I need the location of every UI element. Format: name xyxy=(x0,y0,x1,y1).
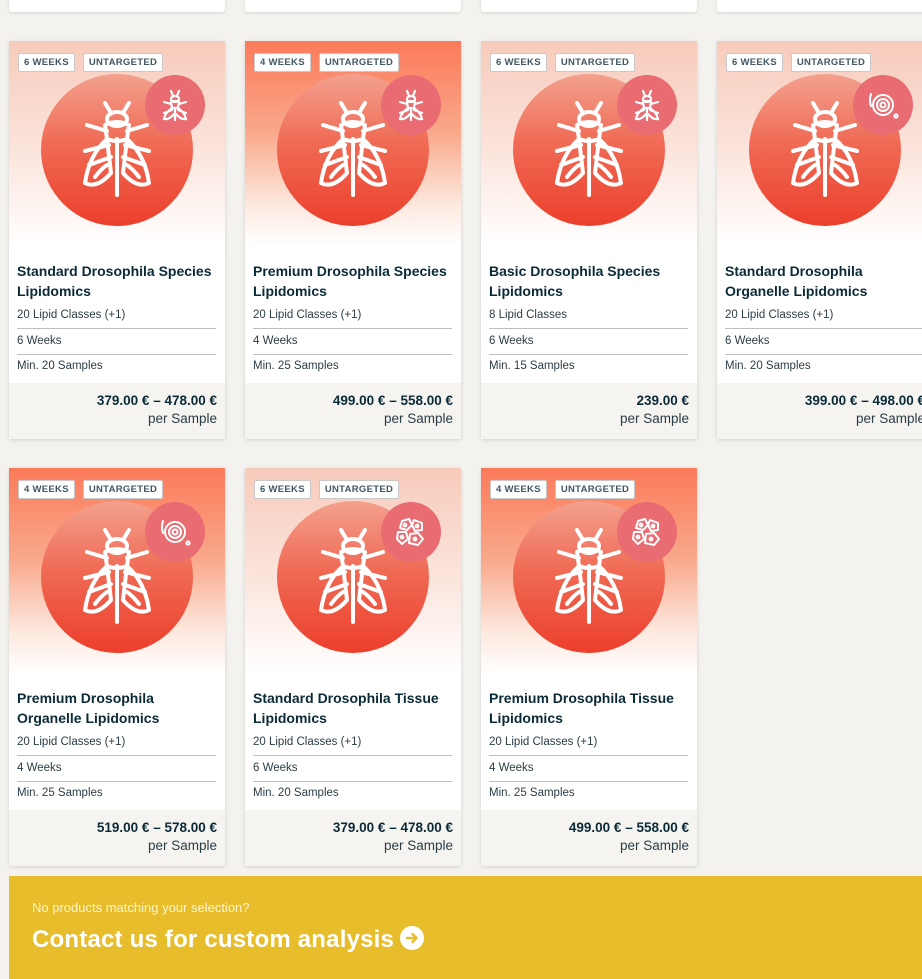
fly-icon xyxy=(145,75,205,135)
type-tag: UNTARGETED xyxy=(554,480,636,499)
price-box: 379.00 € – 478.00 € per Sample xyxy=(245,810,461,866)
price: 519.00 € – 578.00 € xyxy=(96,820,217,835)
type-tag: UNTARGETED xyxy=(790,53,872,72)
turnaround-time: 6 Weeks xyxy=(725,329,922,355)
type-tag: UNTARGETED xyxy=(554,53,636,72)
turnaround-time: 6 Weeks xyxy=(489,329,688,355)
product-title[interactable]: Premium Drosophila Tissue Lipidomics xyxy=(489,688,689,728)
min-samples: Min. 25 Samples xyxy=(253,360,339,372)
card-above-1[interactable] xyxy=(9,0,225,12)
price-unit: per Sample xyxy=(619,838,689,853)
duration-tag: 4 WEEKS xyxy=(18,480,75,499)
price-unit: per Sample xyxy=(383,838,453,853)
type-tag: UNTARGETED xyxy=(318,53,400,72)
price-box: 499.00 € – 558.00 € per Sample xyxy=(481,810,697,866)
custom-analysis-banner: No products matching your selection? Con… xyxy=(9,876,922,979)
product-card[interactable]: 4 WEEKS UNTARGETED Premium Drosophila Or… xyxy=(9,468,225,866)
turnaround-time: 4 Weeks xyxy=(17,756,216,782)
product-image: 6 WEEKS UNTARGETED xyxy=(481,41,697,246)
duration-tag: 4 WEEKS xyxy=(490,480,547,499)
duration-tag: 4 WEEKS xyxy=(254,53,311,72)
product-title[interactable]: Premium Drosophila Species Lipidomics xyxy=(253,261,453,301)
fly-icon xyxy=(381,75,441,135)
turnaround-time: 4 Weeks xyxy=(489,756,688,782)
min-samples: Min. 20 Samples xyxy=(253,787,339,799)
price-box: 519.00 € – 578.00 € per Sample xyxy=(9,810,225,866)
product-card[interactable]: 6 WEEKS UNTARGETED Standard Drosophila S… xyxy=(9,41,225,439)
turnaround-time: 4 Weeks xyxy=(253,329,452,355)
banner-subtitle: No products matching your selection? xyxy=(32,900,250,915)
lipid-classes: 20 Lipid Classes (+1) xyxy=(489,730,688,756)
organelle-icon xyxy=(853,75,913,135)
product-card[interactable]: 4 WEEKS UNTARGETED Premium Drosophila Ti… xyxy=(481,468,697,866)
organelle-icon xyxy=(145,502,205,562)
price-box: 399.00 € – 498.00 € per Sample xyxy=(717,383,922,439)
product-title[interactable]: Standard Drosophila Organelle Lipidomics xyxy=(725,261,922,301)
product-image: 4 WEEKS UNTARGETED xyxy=(9,468,225,673)
product-image: 4 WEEKS UNTARGETED xyxy=(245,41,461,246)
product-title[interactable]: Basic Drosophila Species Lipidomics xyxy=(489,261,689,301)
product-image: 6 WEEKS UNTARGETED xyxy=(9,41,225,246)
product-title[interactable]: Standard Drosophila Tissue Lipidomics xyxy=(253,688,453,728)
price-box: 239.00 € per Sample xyxy=(481,383,697,439)
product-title[interactable]: Standard Drosophila Species Lipidomics xyxy=(17,261,217,301)
product-image: 6 WEEKS UNTARGETED xyxy=(245,468,461,673)
price: 399.00 € – 498.00 € xyxy=(804,393,922,408)
product-card[interactable]: 6 WEEKS UNTARGETED Standard Drosophila T… xyxy=(245,468,461,866)
lipid-classes: 20 Lipid Classes (+1) xyxy=(253,730,452,756)
min-samples: Min. 15 Samples xyxy=(489,360,575,372)
min-samples: Min. 20 Samples xyxy=(725,360,811,372)
min-samples: Min. 25 Samples xyxy=(17,787,103,799)
lipid-classes: 8 Lipid Classes xyxy=(489,303,688,329)
type-tag: UNTARGETED xyxy=(82,53,164,72)
product-image: 4 WEEKS UNTARGETED xyxy=(481,468,697,673)
duration-tag: 6 WEEKS xyxy=(18,53,75,72)
lipid-classes: 20 Lipid Classes (+1) xyxy=(17,303,216,329)
min-samples: Min. 25 Samples xyxy=(489,787,575,799)
contact-us-link[interactable]: Contact us for custom analysis xyxy=(32,925,425,954)
turnaround-time: 6 Weeks xyxy=(17,329,216,355)
fly-icon xyxy=(617,75,677,135)
price-unit: per Sample xyxy=(147,411,217,426)
card-above-4[interactable] xyxy=(717,0,922,12)
product-card[interactable]: 6 WEEKS UNTARGETED Standard Drosophila O… xyxy=(717,41,922,439)
lipid-classes: 20 Lipid Classes (+1) xyxy=(253,303,452,329)
price: 379.00 € – 478.00 € xyxy=(96,393,217,408)
price-unit: per Sample xyxy=(619,411,689,426)
price: 499.00 € – 558.00 € xyxy=(568,820,689,835)
price-unit: per Sample xyxy=(855,411,922,426)
card-above-2[interactable] xyxy=(245,0,461,12)
price: 499.00 € – 558.00 € xyxy=(332,393,453,408)
product-title[interactable]: Premium Drosophila Organelle Lipidomics xyxy=(17,688,217,728)
lipid-classes: 20 Lipid Classes (+1) xyxy=(725,303,922,329)
contact-us-label: Contact us for custom analysis xyxy=(32,926,395,953)
price-unit: per Sample xyxy=(147,838,217,853)
duration-tag: 6 WEEKS xyxy=(254,480,311,499)
product-card[interactable]: 4 WEEKS UNTARGETED Premium Drosophila Sp… xyxy=(245,41,461,439)
product-image: 6 WEEKS UNTARGETED xyxy=(717,41,922,246)
price: 239.00 € xyxy=(636,393,689,408)
price-unit: per Sample xyxy=(383,411,453,426)
lipid-classes: 20 Lipid Classes (+1) xyxy=(17,730,216,756)
arrow-right-circle-icon[interactable] xyxy=(400,925,425,950)
price-box: 379.00 € – 478.00 € per Sample xyxy=(9,383,225,439)
min-samples: Min. 20 Samples xyxy=(17,360,103,372)
price: 379.00 € – 478.00 € xyxy=(332,820,453,835)
tissue-icon xyxy=(617,502,677,562)
price-box: 499.00 € – 558.00 € per Sample xyxy=(245,383,461,439)
type-tag: UNTARGETED xyxy=(82,480,164,499)
card-above-3[interactable] xyxy=(481,0,697,12)
duration-tag: 6 WEEKS xyxy=(490,53,547,72)
product-card[interactable]: 6 WEEKS UNTARGETED Basic Drosophila Spec… xyxy=(481,41,697,439)
tissue-icon xyxy=(381,502,441,562)
duration-tag: 6 WEEKS xyxy=(726,53,783,72)
turnaround-time: 6 Weeks xyxy=(253,756,452,782)
type-tag: UNTARGETED xyxy=(318,480,400,499)
